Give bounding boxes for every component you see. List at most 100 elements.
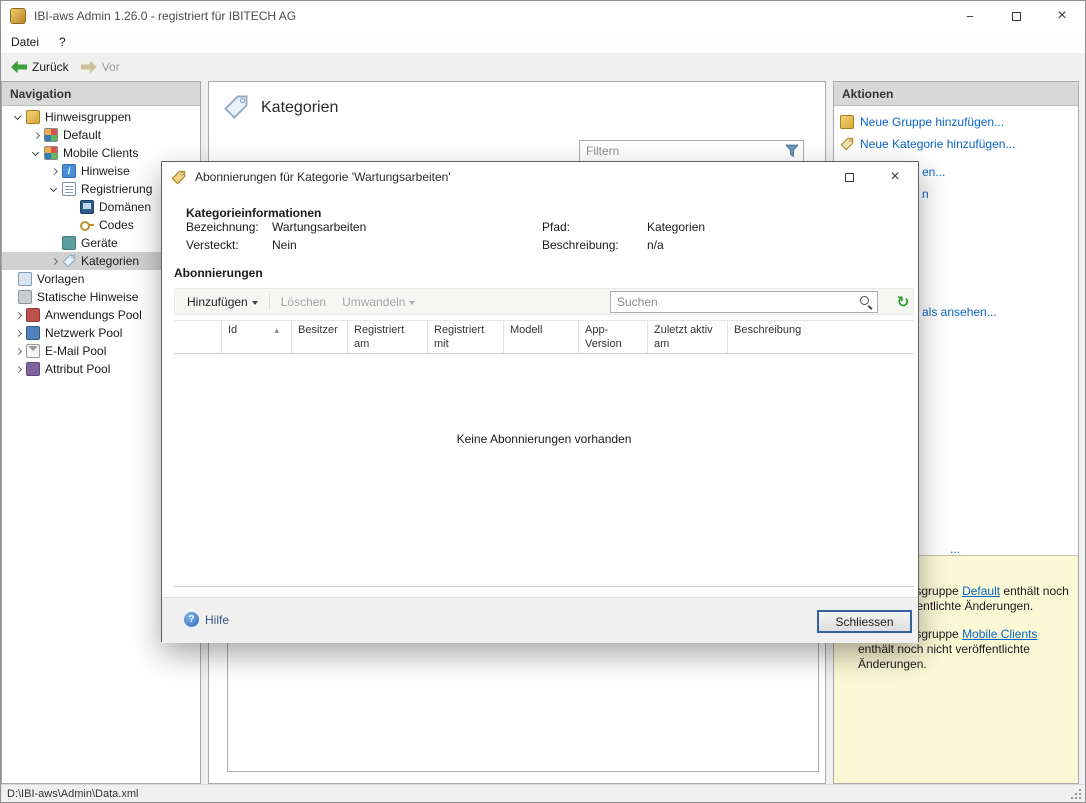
maximize-button[interactable] [993, 1, 1039, 31]
navigation-toolbar: Zurück Vor [1, 53, 1085, 81]
email-pool-icon [26, 344, 40, 358]
chevron-down-icon[interactable] [28, 145, 44, 161]
forward-button[interactable]: Vor [77, 57, 128, 77]
actions-panel-header: Aktionen [834, 82, 1078, 106]
action-link-fragment[interactable]: als ansehen... [922, 305, 997, 319]
field-value-pfad: Kategorien [647, 220, 705, 234]
page-title: Kategorien [261, 99, 338, 117]
subscriptions-dialog: Abonnierungen für Kategorie 'Wartungsarb… [161, 161, 919, 642]
application-pool-icon [26, 308, 40, 322]
add-button[interactable]: Hinzufügen [179, 292, 266, 312]
delete-button[interactable]: Löschen [273, 292, 334, 312]
column-header-modell[interactable]: Modell [504, 321, 579, 353]
menu-datei[interactable]: Datei [1, 32, 49, 52]
column-header-id[interactable]: Id [222, 321, 292, 353]
back-button[interactable]: Zurück [7, 57, 77, 77]
notice-group-icon [44, 128, 58, 142]
action-link-fragment[interactable]: n [922, 187, 929, 201]
chevron-right-icon[interactable] [46, 163, 62, 179]
filter-funnel-icon[interactable] [785, 144, 799, 158]
window-title: IBI-aws Admin 1.26.0 - registriert für I… [34, 9, 296, 23]
templates-icon [18, 272, 32, 286]
sort-ascending-icon [274, 324, 279, 338]
schliessen-button[interactable]: Schliessen [817, 610, 912, 633]
nav-item-mobile-clients[interactable]: Mobile Clients [2, 144, 200, 162]
resize-grip-icon[interactable] [1069, 787, 1083, 801]
close-icon [1057, 7, 1066, 25]
subscriptions-table-header: Id Besitzer Registriert am Registriert m… [174, 320, 914, 354]
column-header-beschreibung[interactable]: Beschreibung [728, 321, 914, 353]
subscriptions-heading: Abonnierungen [174, 266, 263, 280]
chevron-down-icon[interactable] [10, 109, 26, 125]
filter-box [579, 140, 804, 162]
help-link[interactable]: Hilfe [184, 612, 229, 627]
domains-icon [80, 200, 94, 214]
category-tag-icon [840, 137, 854, 151]
attribute-pool-icon [26, 362, 40, 376]
filter-input[interactable] [580, 142, 785, 160]
network-pool-icon [26, 326, 40, 340]
menu-help[interactable]: ? [49, 32, 76, 52]
category-info-heading: Kategorieinformationen [186, 206, 321, 220]
search-input[interactable] [611, 293, 859, 311]
categories-tag-icon [62, 254, 76, 268]
field-label-pfad: Pfad: [542, 220, 570, 234]
window-controls [947, 1, 1085, 31]
column-header-registriert-am[interactable]: Registriert am [348, 321, 428, 353]
notices-icon [62, 164, 76, 178]
refresh-icon[interactable] [894, 293, 912, 311]
title-bar: IBI-aws Admin 1.26.0 - registriert für I… [1, 1, 1085, 31]
search-icon[interactable] [859, 295, 874, 310]
chevron-right-icon[interactable] [10, 361, 26, 377]
chevron-down-icon[interactable] [46, 181, 62, 197]
app-icon [10, 8, 26, 24]
mobile-clients-group-link[interactable]: Mobile Clients [962, 627, 1037, 641]
field-value-beschreibung: n/a [647, 238, 664, 252]
action-new-category[interactable]: Neue Kategorie hinzufügen... [840, 135, 1015, 153]
dialog-title-bar: Abonnierungen für Kategorie 'Wartungsarb… [162, 162, 918, 192]
field-label-beschreibung: Beschreibung: [542, 238, 619, 252]
action-link-fragment[interactable]: ... [950, 542, 960, 556]
dropdown-caret-icon [409, 301, 415, 305]
dropdown-caret-icon [252, 301, 258, 305]
field-value-versteckt: Nein [272, 238, 297, 252]
back-arrow-icon [11, 61, 27, 74]
field-value-bezeichnung: Wartungsarbeiten [272, 220, 366, 234]
forward-arrow-icon [81, 61, 97, 74]
chevron-right-icon[interactable] [46, 253, 62, 269]
field-label-versteckt: Versteckt: [186, 238, 239, 252]
application-window: IBI-aws Admin 1.26.0 - registriert für I… [0, 0, 1086, 803]
chevron-right-icon[interactable] [10, 343, 26, 359]
chevron-right-icon[interactable] [28, 127, 44, 143]
dialog-controls [826, 162, 918, 192]
nav-item-default[interactable]: Default [2, 126, 200, 144]
column-header-app-version[interactable]: App-Version [579, 321, 648, 353]
data-file-path: D:\IBI-aws\Admin\Data.xml [7, 788, 138, 800]
action-link-fragment[interactable]: en... [922, 165, 945, 179]
nav-item-hinweisgruppen[interactable]: Hinweisgruppen [2, 108, 200, 126]
minimize-button[interactable] [947, 1, 993, 31]
search-box [610, 291, 878, 313]
dialog-maximize-button[interactable] [826, 162, 872, 192]
devices-icon [62, 236, 76, 250]
column-header-besitzer[interactable]: Besitzer [292, 321, 348, 353]
action-new-group[interactable]: Neue Gruppe hinzufügen... [840, 113, 1004, 131]
chevron-right-icon[interactable] [10, 325, 26, 341]
notice-group-icon [44, 146, 58, 160]
empty-state-text: Keine Abonnierungen vorhanden [174, 354, 914, 587]
column-header-registriert-mit[interactable]: Registriert mit [428, 321, 504, 353]
column-header-zuletzt-aktiv-am[interactable]: Zuletzt aktiv am [648, 321, 728, 353]
close-button[interactable] [1039, 1, 1085, 31]
static-notices-icon [18, 290, 32, 304]
navigation-panel-header: Navigation [2, 82, 200, 106]
default-group-link[interactable]: Default [962, 584, 1000, 598]
menu-bar: Datei ? [1, 31, 1085, 53]
notice-group-icon [840, 115, 854, 129]
categories-tag-icon [223, 94, 249, 120]
field-label-bezeichnung: Bezeichnung: [186, 220, 259, 234]
chevron-right-icon[interactable] [10, 307, 26, 323]
dialog-close-button[interactable] [872, 162, 918, 192]
dialog-footer: Hilfe Schliessen [162, 597, 918, 643]
convert-button[interactable]: Umwandeln [334, 292, 423, 312]
help-icon [184, 612, 199, 627]
